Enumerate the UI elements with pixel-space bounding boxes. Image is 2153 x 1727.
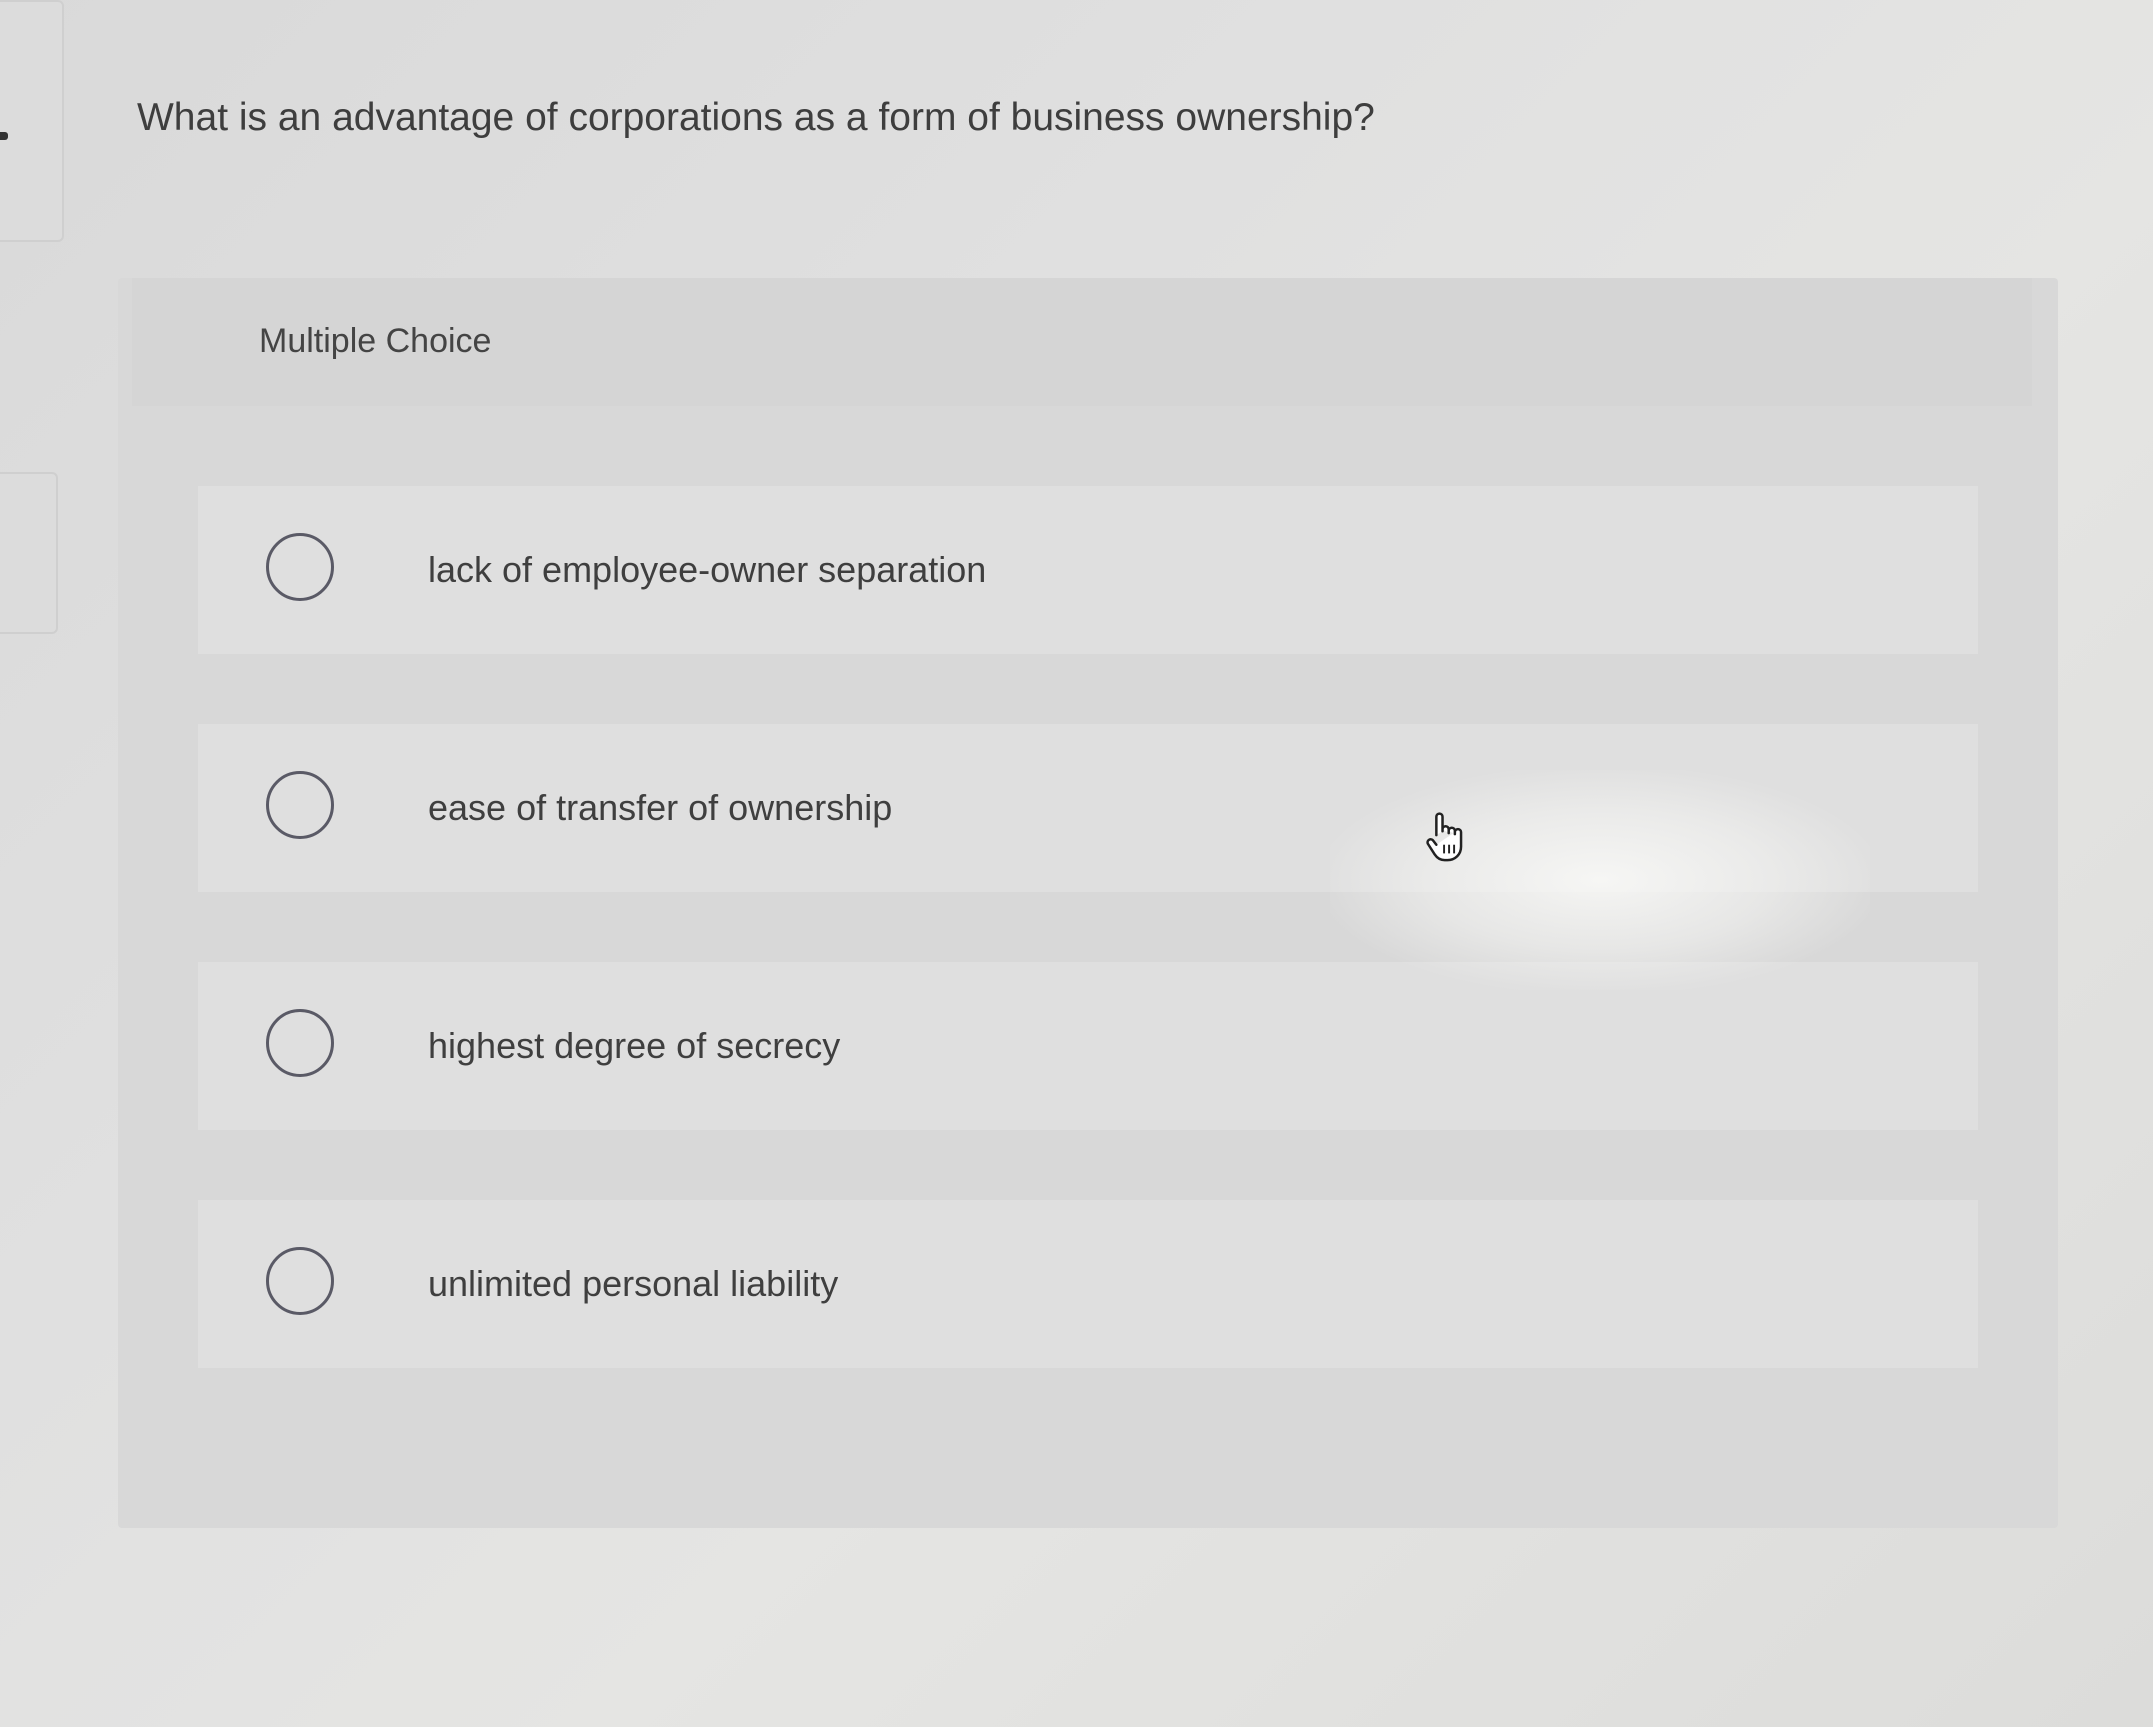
side-panel-tab-secondary[interactable] [0, 472, 58, 634]
answer-option-4[interactable]: unlimited personal liability [198, 1200, 1978, 1368]
side-panel-tab[interactable] [0, 0, 64, 242]
radio-button[interactable] [266, 1247, 334, 1315]
card-header: Multiple Choice [132, 278, 2032, 406]
answer-option-3[interactable]: highest degree of secrecy [198, 962, 1978, 1130]
answer-option-label: highest degree of secrecy [428, 1025, 841, 1066]
answer-option-1[interactable]: lack of employee-owner separation [198, 486, 1978, 654]
hand-pointer-icon [1426, 812, 1463, 862]
multiple-choice-card: Multiple Choice lack of employee-owner s… [118, 278, 2058, 1528]
answer-option-label: ease of transfer of ownership [428, 787, 893, 828]
radio-button[interactable] [266, 771, 334, 839]
radio-button[interactable] [266, 1009, 334, 1077]
question-type-label: Multiple Choice [259, 322, 492, 360]
question-prompt: What is an advantage of corporations as … [137, 96, 1375, 139]
answer-option-label: unlimited personal liability [428, 1263, 839, 1304]
radio-button[interactable] [266, 533, 334, 601]
answer-option-label: lack of employee-owner separation [428, 549, 987, 590]
side-panel-indicator [0, 132, 8, 140]
answer-option-2[interactable]: ease of transfer of ownership [198, 724, 1978, 892]
